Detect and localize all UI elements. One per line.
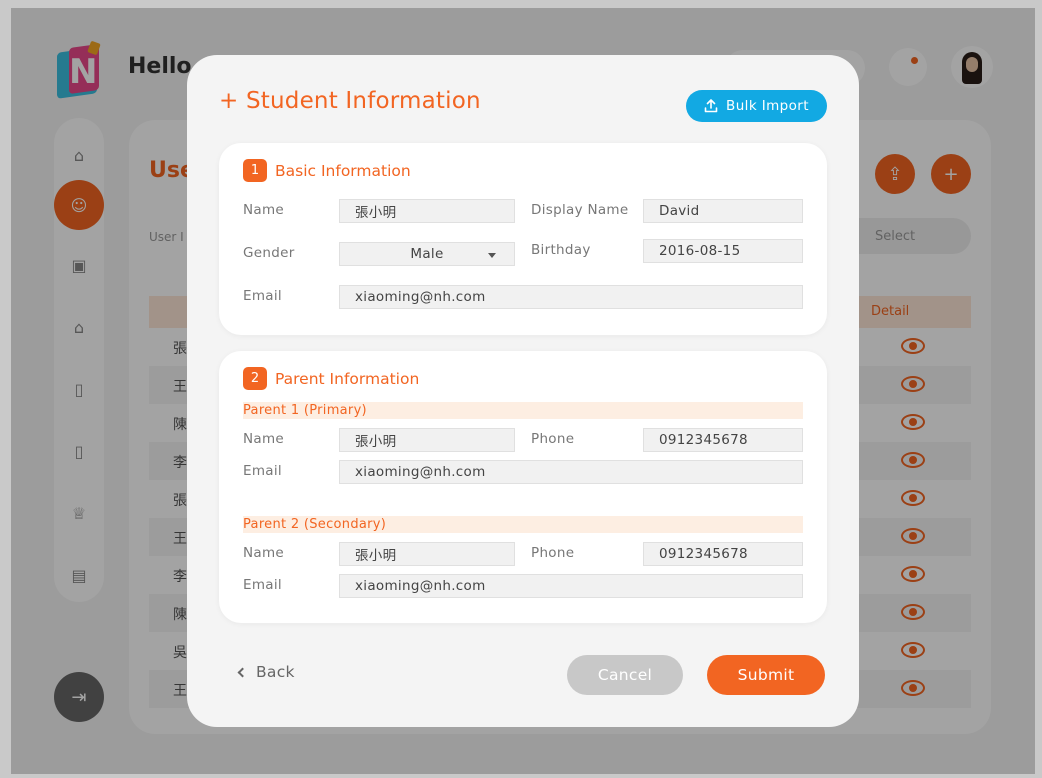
parent1-email-label: Email xyxy=(243,463,282,479)
modal-title: + Student Information xyxy=(219,88,481,114)
bulk-import-button[interactable]: Bulk Import xyxy=(686,90,827,122)
section-title: Parent Information xyxy=(275,369,420,388)
birthday-field[interactable]: 2016-08-15 xyxy=(643,239,803,263)
student-info-modal: + Student Information Bulk Import 1 Basi… xyxy=(187,55,859,727)
parent2-name-field[interactable]: 張小明 xyxy=(339,542,515,566)
gender-label: Gender xyxy=(243,245,295,261)
parent1-email-field[interactable]: xiaoming@nh.com xyxy=(339,460,803,484)
parent2-email-field[interactable]: xiaoming@nh.com xyxy=(339,574,803,598)
parent1-heading: Parent 1 (Primary) xyxy=(243,402,803,419)
gender-value: Male xyxy=(410,246,444,262)
gender-select[interactable]: Male xyxy=(339,242,515,266)
name-label: Name xyxy=(243,202,285,218)
parent2-phone-label: Phone xyxy=(531,545,575,561)
display-name-label: Display Name xyxy=(531,202,629,218)
section-title: Basic Information xyxy=(275,161,411,180)
back-button[interactable]: Back xyxy=(237,663,295,681)
parent2-name-label: Name xyxy=(243,545,285,561)
section-number: 2 xyxy=(243,367,267,390)
parent1-phone-field[interactable]: 0912345678 xyxy=(643,428,803,452)
chevron-left-icon xyxy=(237,667,248,677)
section-number: 1 xyxy=(243,159,267,182)
back-label: Back xyxy=(256,663,295,681)
birthday-label: Birthday xyxy=(531,242,591,258)
caret-down-icon xyxy=(488,253,496,258)
parent-info-card: 2 Parent Information Parent 1 (Primary) … xyxy=(219,351,827,623)
name-field[interactable]: 張小明 xyxy=(339,199,515,223)
parent1-phone-label: Phone xyxy=(531,431,575,447)
email-label: Email xyxy=(243,288,282,304)
section-header: 2 Parent Information xyxy=(243,367,419,390)
email-field[interactable]: xiaoming@nh.com xyxy=(339,285,803,309)
basic-info-card: 1 Basic Information Name 張小明 Display Nam… xyxy=(219,143,827,335)
display-name-field[interactable]: David xyxy=(643,199,803,223)
bulk-import-label: Bulk Import xyxy=(726,98,809,114)
parent1-name-field[interactable]: 張小明 xyxy=(339,428,515,452)
parent2-heading: Parent 2 (Secondary) xyxy=(243,516,803,533)
section-header: 1 Basic Information xyxy=(243,159,411,182)
parent2-phone-field[interactable]: 0912345678 xyxy=(643,542,803,566)
submit-button[interactable]: Submit xyxy=(707,655,825,695)
parent2-email-label: Email xyxy=(243,577,282,593)
upload-icon xyxy=(704,99,718,113)
parent1-name-label: Name xyxy=(243,431,285,447)
cancel-button[interactable]: Cancel xyxy=(567,655,683,695)
